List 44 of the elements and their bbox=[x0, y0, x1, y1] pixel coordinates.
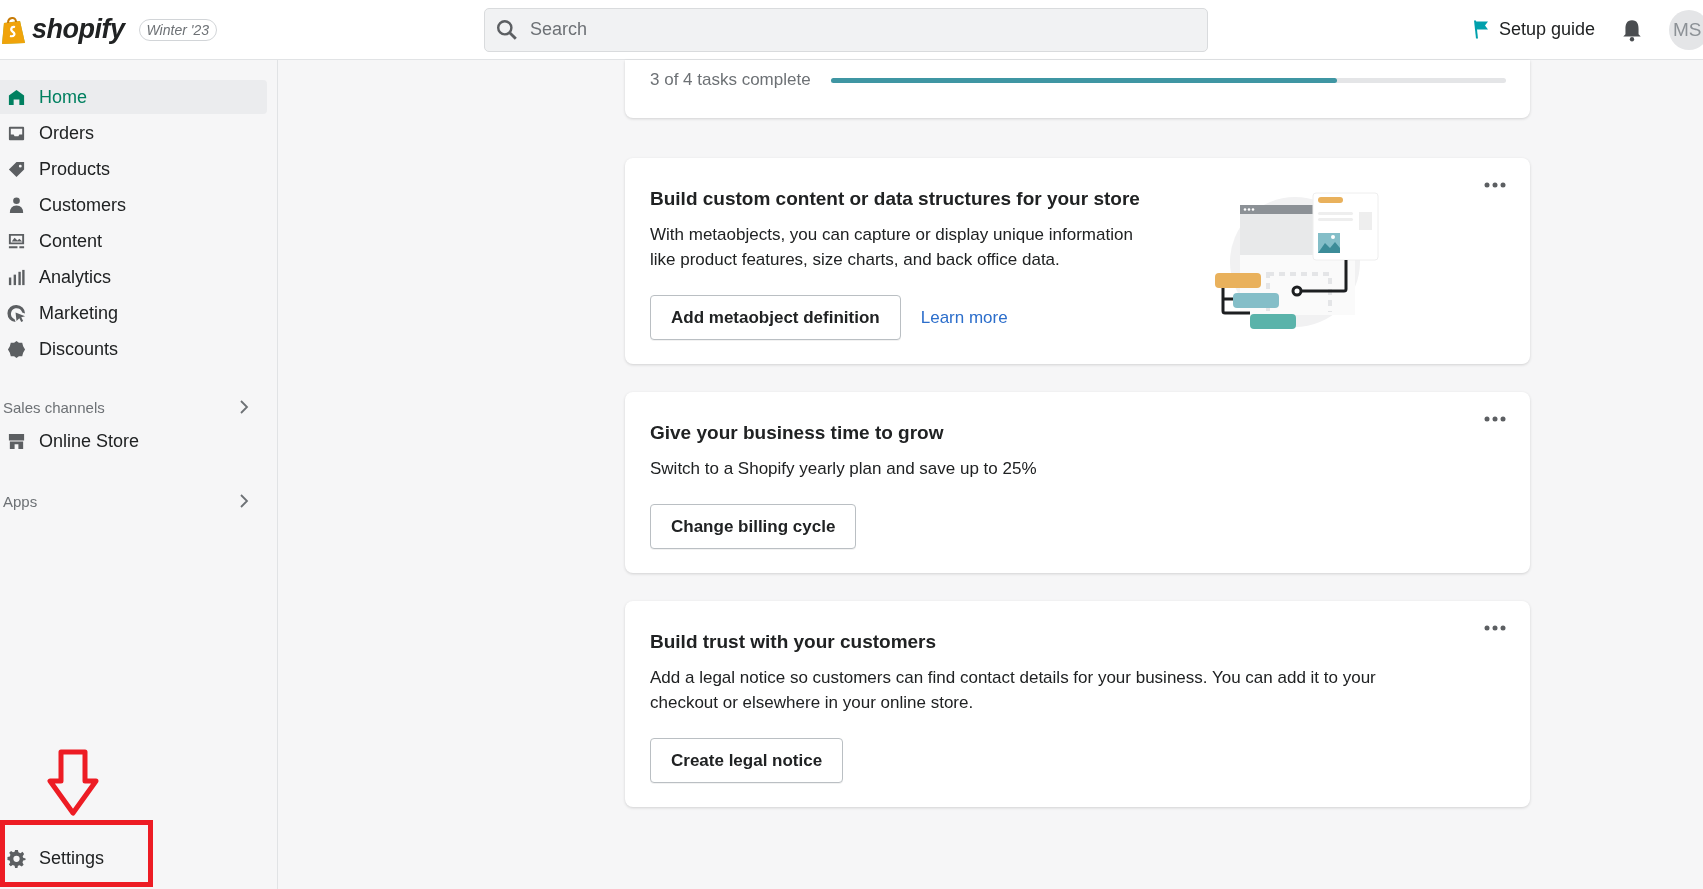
action-button[interactable]: Create legal notice bbox=[650, 738, 844, 783]
person-icon bbox=[7, 195, 26, 215]
card-title: Build custom content or data structures for your store bbox=[650, 188, 1141, 210]
nav-item[interactable]: Orders bbox=[0, 116, 267, 150]
settings-icon bbox=[7, 848, 26, 868]
chevron-right-icon bbox=[239, 494, 249, 508]
card-description: With metaobjects, you can capture or display unique information like product features, size charts, and back office data. bbox=[650, 224, 1134, 271]
more-options-icon[interactable] bbox=[1484, 625, 1506, 631]
image-icon bbox=[7, 231, 26, 251]
nav-item[interactable]: Home bbox=[0, 80, 267, 114]
card-title: Give your business time to grow bbox=[650, 422, 945, 444]
target-icon bbox=[7, 303, 26, 323]
search-field[interactable]: Search bbox=[484, 7, 1208, 52]
search-icon bbox=[496, 18, 518, 41]
more-options-icon[interactable] bbox=[1484, 416, 1506, 422]
notification-bell-icon[interactable] bbox=[1621, 17, 1643, 42]
nav-item[interactable]: Marketing bbox=[0, 296, 267, 330]
section-heading[interactable]: Sales channels bbox=[0, 396, 277, 418]
more-options-icon[interactable] bbox=[1484, 182, 1506, 188]
bar-chart-icon bbox=[7, 267, 26, 287]
flag-icon bbox=[1471, 19, 1490, 40]
section-heading[interactable]: Apps bbox=[0, 490, 277, 512]
storefront-icon bbox=[7, 431, 26, 451]
nav-item[interactable]: Analytics bbox=[0, 260, 267, 294]
home-icon bbox=[7, 87, 26, 107]
card-description: Switch to a Shopify yearly plan and save up to 25% bbox=[650, 458, 1038, 480]
nav-item[interactable]: Online Store bbox=[0, 424, 267, 458]
annotation-arrow-icon bbox=[47, 749, 99, 817]
card-title: Build trust with your customers bbox=[650, 631, 938, 653]
learn-more-link[interactable]: Learn more bbox=[920, 307, 1008, 328]
chevron-right-icon bbox=[239, 400, 249, 414]
nav-item[interactable]: Discounts bbox=[0, 332, 267, 366]
setup-guide-button[interactable]: Setup guide bbox=[1471, 19, 1595, 40]
tag-icon bbox=[7, 159, 26, 179]
nav-item[interactable]: Settings bbox=[0, 841, 277, 875]
action-button[interactable]: Change billing cycle bbox=[650, 504, 857, 549]
nav-item[interactable]: Products bbox=[0, 152, 267, 186]
action-button[interactable]: Add metaobject definition bbox=[650, 295, 901, 340]
brand-name[interactable]: shopify bbox=[32, 14, 125, 45]
progress-text: 3 of 4 tasks complete bbox=[650, 70, 811, 90]
card-description: Add a legal notice so customers can find contact details for your business. You can add it to your checkout or elsewhere in your online store. bbox=[650, 667, 1377, 714]
discount-badge-icon bbox=[7, 339, 26, 359]
nav-item[interactable]: Customers bbox=[0, 188, 267, 222]
nav-item[interactable]: Content bbox=[0, 224, 267, 258]
